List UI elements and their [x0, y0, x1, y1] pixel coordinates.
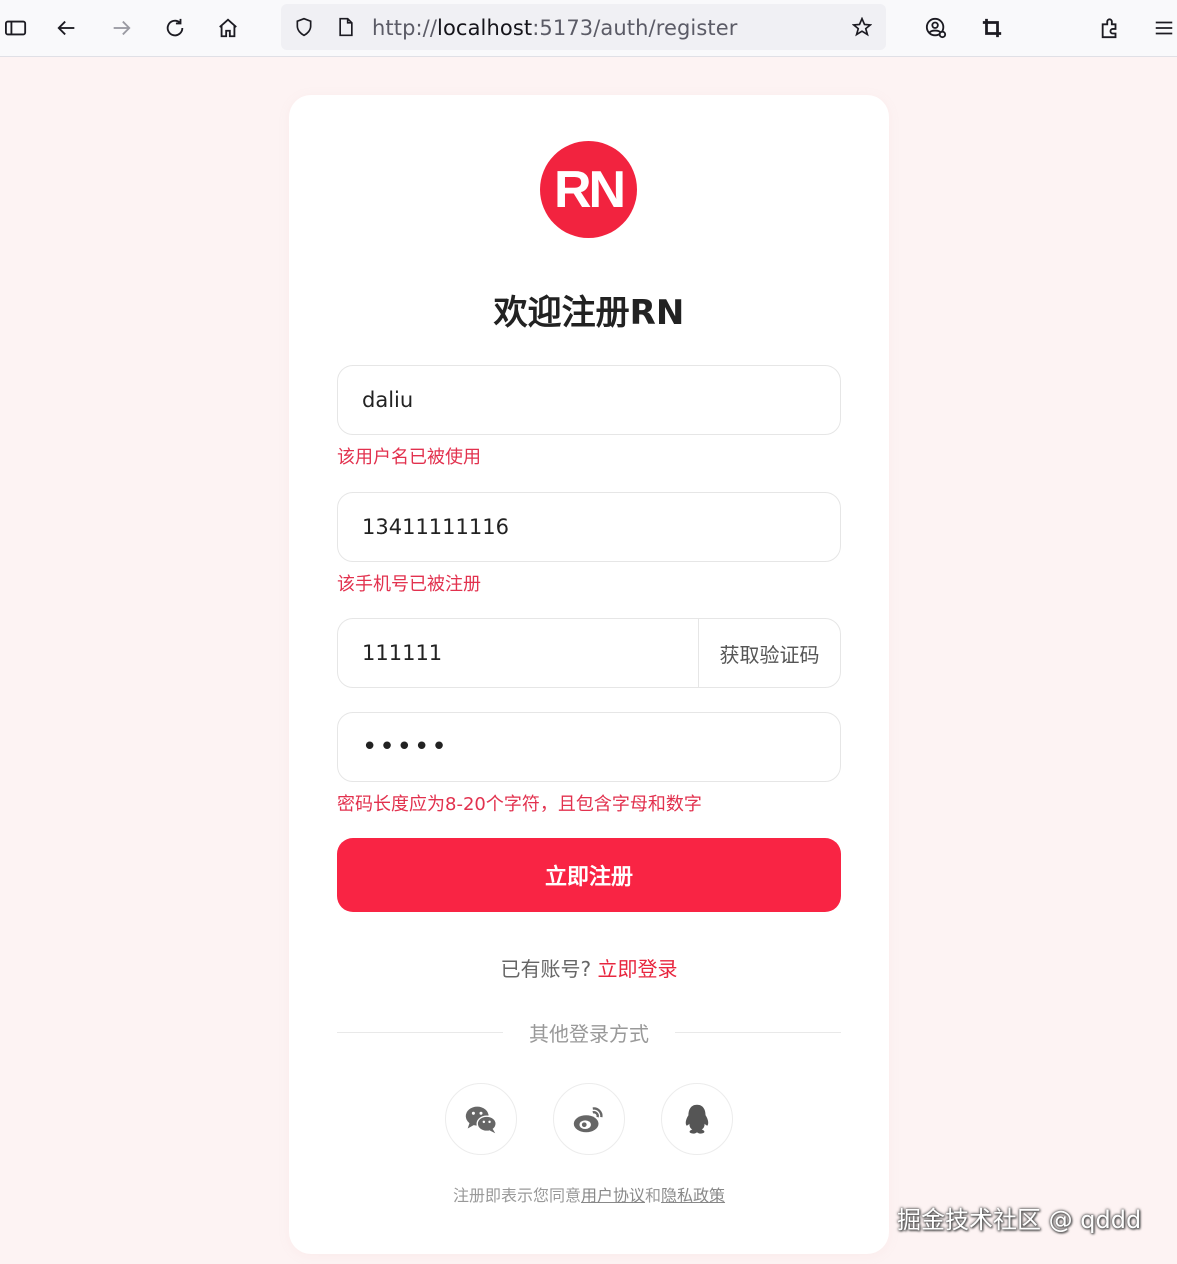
phone-error: 该手机号已被注册	[337, 574, 481, 595]
home-icon[interactable]	[212, 12, 244, 44]
login-prompt: 已有账号? 立即登录	[289, 953, 889, 982]
terms-prefix: 注册即表示您同意	[452, 1186, 581, 1205]
username-input[interactable]	[338, 366, 840, 434]
account-icon[interactable]	[920, 12, 952, 44]
extensions-icon[interactable]	[1094, 12, 1126, 44]
terms-text: 注册即表示您同意用户协议和隐私政策	[289, 1182, 889, 1206]
shield-icon[interactable]	[292, 15, 316, 39]
divider-line	[675, 1031, 841, 1033]
divider-line	[337, 1031, 503, 1033]
terms-and: 和	[645, 1186, 662, 1205]
username-error: 该用户名已被使用	[337, 447, 481, 468]
browser-toolbar: http://localhost:5173/auth/register	[0, 0, 1177, 57]
phone-field[interactable]	[337, 492, 841, 562]
get-code-button[interactable]: 获取验证码	[698, 619, 840, 687]
weibo-icon	[573, 1107, 603, 1133]
url-bar[interactable]: http://localhost:5173/auth/register	[281, 4, 886, 50]
privacy-policy-link[interactable]: 隐私政策	[661, 1186, 725, 1205]
phone-input[interactable]	[338, 493, 840, 561]
other-login-divider: 其他登录方式	[337, 1017, 841, 1047]
other-login-label: 其他登录方式	[529, 1021, 649, 1046]
wechat-icon	[465, 1106, 497, 1134]
has-account-text: 已有账号?	[500, 957, 592, 981]
code-field[interactable]: 获取验证码	[337, 618, 841, 688]
password-field[interactable]	[337, 712, 841, 782]
wechat-login-button[interactable]	[445, 1083, 517, 1155]
star-icon[interactable]	[850, 15, 874, 39]
reload-icon[interactable]	[159, 12, 191, 44]
url-text[interactable]: http://localhost:5173/auth/register	[372, 16, 738, 40]
username-field[interactable]	[337, 365, 841, 435]
password-input[interactable]	[338, 713, 840, 781]
qq-icon	[685, 1104, 709, 1134]
sidebar-icon[interactable]	[0, 12, 32, 44]
page-icon	[334, 15, 358, 39]
code-input[interactable]	[338, 619, 698, 687]
menu-icon[interactable]	[1148, 12, 1177, 44]
watermark: 掘金技术社区 @ qddd	[897, 1206, 1142, 1234]
register-button[interactable]: 立即注册	[337, 838, 841, 912]
back-icon[interactable]	[51, 12, 83, 44]
password-error: 密码长度应为8-20个字符，且包含字母和数字	[337, 794, 702, 815]
login-link[interactable]: 立即登录	[597, 957, 677, 981]
qq-login-button[interactable]	[661, 1083, 733, 1155]
forward-icon[interactable]	[105, 12, 137, 44]
rn-logo: RN	[540, 141, 637, 238]
crop-icon[interactable]	[976, 12, 1008, 44]
page-title: 欢迎注册RN	[493, 293, 685, 333]
user-agreement-link[interactable]: 用户协议	[581, 1186, 645, 1205]
weibo-login-button[interactable]	[553, 1083, 625, 1155]
register-card: RN 欢迎注册RN 该用户名已被使用 该手机号已被注册 获取验证码 密码长度应为…	[289, 95, 889, 1254]
